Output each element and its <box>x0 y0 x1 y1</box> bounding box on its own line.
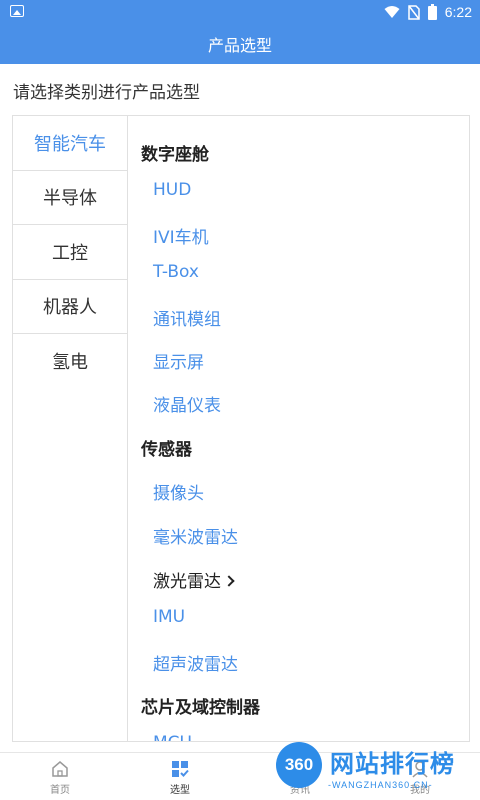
group-title-chips-domain: 芯片及域控制器 <box>141 698 260 718</box>
category-item-hydrogen[interactable]: 氢电 <box>13 334 127 389</box>
selection-panel: 智能汽车 半导体 工控 机器人 氢电 数字座舱 HUD IVI车机 T-Box … <box>12 115 470 742</box>
instruction-text: 请选择类别进行产品选型 <box>13 83 200 103</box>
category-item-robot[interactable]: 机器人 <box>13 280 127 334</box>
status-icons: 6:22 <box>384 2 472 22</box>
watermark-logo: 360 <box>276 742 322 788</box>
group-title-digital-cockpit: 数字座舱 <box>141 145 209 165</box>
group-title-sensors: 传感器 <box>141 440 192 460</box>
sub-item-imu[interactable]: IMU <box>153 607 185 627</box>
subcategory-area: 数字座舱 HUD IVI车机 T-Box 通讯模组 显示屏 液晶仪表 传感器 摄… <box>129 116 469 741</box>
tab-selection-label: 选型 <box>170 785 190 796</box>
tab-home-label: 首页 <box>50 785 70 796</box>
chevron-right-icon <box>223 575 235 587</box>
watermark-url: -WANGZHAN360.CN- <box>328 780 433 790</box>
sub-item-hud[interactable]: HUD <box>153 180 191 200</box>
image-notification-icon <box>10 5 24 17</box>
wifi-icon <box>384 6 400 18</box>
sub-item-lidar[interactable]: 激光雷达 <box>153 567 235 592</box>
sub-item-ivi[interactable]: IVI车机 <box>153 223 209 248</box>
watermark-text: 网站排行榜 <box>330 750 455 778</box>
status-time: 6:22 <box>444 4 472 20</box>
title-bar: 产品选型 <box>0 24 480 64</box>
category-list: 智能汽车 半导体 工控 机器人 氢电 <box>13 116 128 741</box>
sub-item-lidar-label: 激光雷达 <box>153 572 221 592</box>
sub-item-tbox[interactable]: T-Box <box>153 262 199 282</box>
status-bar: 6:22 <box>0 0 480 24</box>
watermark: 360 网站排行榜 -WANGZHAN360.CN- <box>270 738 480 800</box>
tab-selection[interactable]: 选型 <box>120 753 240 800</box>
battery-icon <box>427 4 437 20</box>
sub-item-comm-module[interactable]: 通讯模组 <box>153 305 221 330</box>
no-sim-icon <box>408 4 420 20</box>
sub-item-lcd-cluster[interactable]: 液晶仪表 <box>153 391 221 416</box>
sub-item-camera[interactable]: 摄像头 <box>153 479 204 504</box>
home-icon <box>52 761 68 777</box>
sub-item-display[interactable]: 显示屏 <box>153 348 204 373</box>
category-item-industrial-control[interactable]: 工控 <box>13 225 127 280</box>
category-item-smart-car[interactable]: 智能汽车 <box>13 116 127 171</box>
page-title: 产品选型 <box>207 36 272 55</box>
sub-item-mmwave-radar[interactable]: 毫米波雷达 <box>153 523 238 548</box>
category-item-semiconductor[interactable]: 半导体 <box>13 171 127 225</box>
tab-home[interactable]: 首页 <box>0 753 120 800</box>
sub-item-mcu[interactable]: MCU <box>153 733 192 741</box>
sub-item-ultrasonic-radar[interactable]: 超声波雷达 <box>153 650 238 675</box>
selection-icon <box>172 761 189 777</box>
